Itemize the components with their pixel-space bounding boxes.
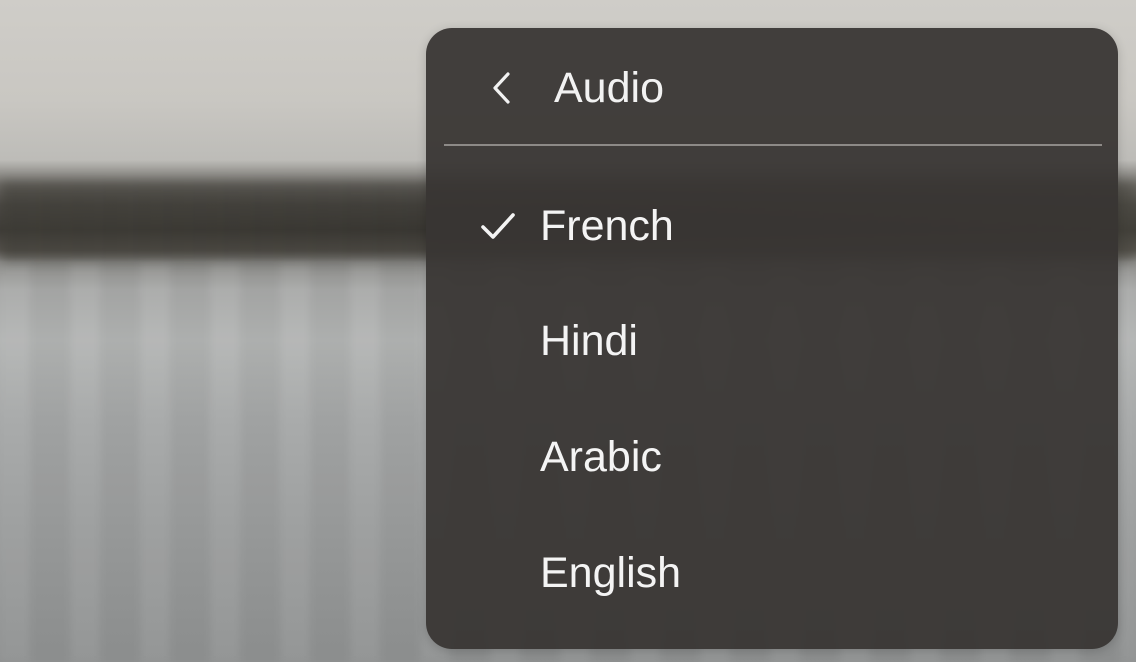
option-label: French — [540, 202, 674, 250]
chevron-left-icon — [493, 72, 510, 104]
checkmark-icon — [481, 213, 515, 239]
audio-option-arabic[interactable]: Arabic — [426, 407, 1118, 507]
audio-option-french[interactable]: French — [426, 176, 1118, 276]
audio-option-english[interactable]: English — [426, 523, 1118, 623]
option-label: Arabic — [540, 433, 662, 481]
back-button[interactable] — [488, 58, 514, 118]
menu-header: Audio — [426, 28, 1118, 146]
audio-option-hindi[interactable]: Hindi — [426, 291, 1118, 391]
option-label: Hindi — [540, 317, 638, 365]
divider — [444, 144, 1102, 146]
audio-menu: Audio French Hindi Arabic English — [426, 28, 1118, 649]
menu-title: Audio — [554, 64, 664, 112]
option-label: English — [540, 549, 682, 597]
